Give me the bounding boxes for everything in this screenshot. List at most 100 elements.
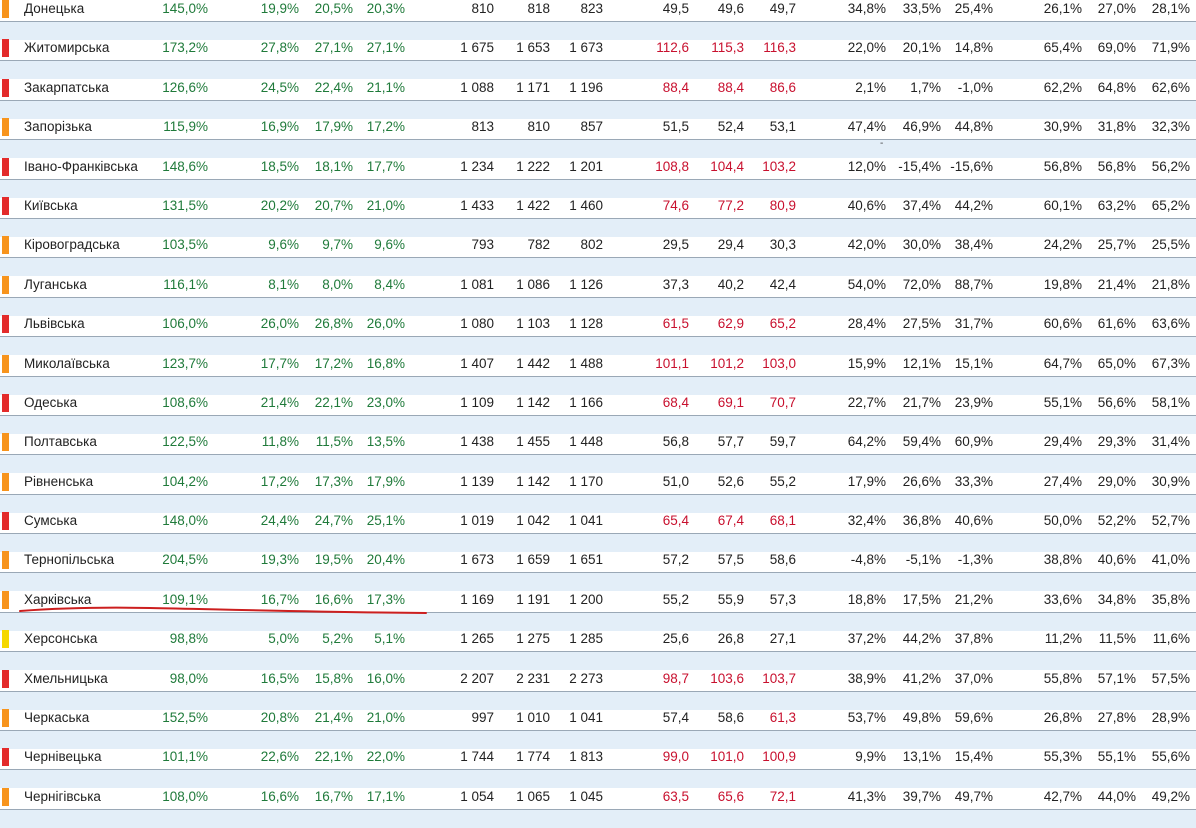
change-cell: 36,8% (902, 513, 941, 529)
value-cell: 57,5 (717, 552, 744, 568)
share-cell: 8,0% (322, 276, 353, 292)
region-name: Харківська (24, 591, 92, 607)
ratio-cell: 21,4% (1097, 276, 1136, 292)
row-band (0, 336, 1196, 356)
value-cell: 57,7 (717, 434, 744, 450)
count-cell: 802 (580, 237, 603, 253)
share-cell: 16,6% (260, 788, 299, 804)
index-cell: 116,1% (163, 276, 208, 292)
share-cell: 17,3% (366, 591, 405, 607)
count-cell: 1 285 (569, 631, 603, 647)
share-cell: 16,0% (366, 670, 405, 686)
index-cell: 173,2% (162, 40, 208, 56)
change-cell: 46,9% (902, 119, 941, 135)
value-cell: 62,9 (717, 316, 744, 332)
change-cell: 44,2% (902, 631, 941, 647)
index-cell: 131,5% (162, 197, 208, 213)
region-name: Чернівецька (24, 749, 102, 765)
change-cell: 33,5% (902, 1, 941, 16)
table-row: Рівненська 104,2% 17,2% 17,3% 17,9% 1 139 1 14… (0, 472, 1196, 513)
ratio-cell: 31,4% (1151, 434, 1190, 450)
share-cell: 16,5% (260, 670, 299, 686)
ratio-cell: 26,8% (1043, 710, 1082, 726)
count-cell: 818 (527, 1, 550, 16)
value-cell: 61,5 (662, 316, 689, 332)
ratio-cell: 25,7% (1097, 237, 1136, 253)
share-cell: 5,2% (322, 631, 353, 647)
value-cell: 101,0 (710, 749, 744, 765)
region-name: Хмельницька (24, 670, 108, 686)
ratio-cell: 41,0% (1151, 552, 1190, 568)
change-cell: 1,7% (910, 79, 941, 95)
value-cell: 58,6 (717, 710, 744, 726)
change-cell: 15,1% (954, 355, 993, 371)
share-cell: 16,7% (314, 788, 353, 804)
change-cell: -4,8% (850, 552, 886, 568)
status-marker (2, 393, 9, 412)
share-cell: 24,4% (260, 513, 299, 529)
status-marker (2, 551, 9, 570)
share-cell: 22,4% (314, 79, 353, 95)
table-row: Миколаївська 123,7% 17,7% 17,2% 16,8% 1 407 1 … (0, 354, 1196, 395)
value-cell: 100,9 (762, 749, 796, 765)
value-cell: 112,6 (656, 40, 689, 56)
share-cell: 5,1% (374, 631, 405, 647)
index-cell: 108,0% (162, 788, 208, 804)
change-cell: 41,3% (847, 788, 886, 804)
share-cell: 15,8% (314, 670, 353, 686)
value-cell: 55,9 (717, 591, 744, 607)
change-cell: 42,0% (847, 237, 886, 253)
table-row: Харківська 109,1% 16,7% 16,6% 17,3% 1 169 1 19… (0, 590, 1196, 631)
count-cell: 1 659 (516, 552, 550, 568)
count-cell: 2 231 (516, 670, 550, 686)
status-marker (2, 590, 9, 609)
status-marker (2, 315, 9, 334)
share-cell: 11,8% (261, 434, 299, 450)
value-cell: 65,6 (717, 788, 744, 804)
index-cell: 103,5% (162, 237, 208, 253)
count-cell: 1 041 (569, 513, 603, 529)
share-cell: 27,1% (314, 40, 353, 56)
count-cell: 1 128 (569, 316, 603, 332)
count-cell: 1 460 (569, 197, 603, 213)
change-cell: 15,4% (954, 749, 993, 765)
value-cell: 108,8 (655, 158, 689, 174)
ratio-cell: 56,2% (1151, 158, 1190, 174)
count-cell: 997 (471, 710, 494, 726)
region-name: Тернопільська (24, 552, 115, 568)
status-marker (2, 472, 9, 491)
count-cell: 1 442 (516, 355, 550, 371)
ratio-cell: 61,6% (1097, 316, 1136, 332)
share-cell: 16,8% (366, 355, 405, 371)
ratio-cell: 65,0% (1097, 355, 1136, 371)
share-cell: 8,1% (268, 276, 299, 292)
ratio-cell: 55,6% (1151, 749, 1190, 765)
count-cell: 1 438 (460, 434, 494, 450)
count-cell: 1 010 (516, 710, 550, 726)
ratio-cell: 29,3% (1097, 434, 1136, 450)
share-cell: 17,1% (366, 788, 405, 804)
count-cell: 1 169 (460, 591, 494, 607)
share-cell: 18,5% (260, 158, 299, 174)
count-cell: 1 422 (516, 197, 550, 213)
change-cell: 20,1% (902, 40, 941, 56)
ratio-cell: 56,8% (1043, 158, 1082, 174)
index-cell: 123,7% (162, 355, 208, 371)
value-cell: 40,2 (717, 276, 744, 292)
count-cell: 823 (580, 1, 603, 16)
status-marker (2, 433, 9, 452)
value-cell: 63,5 (662, 788, 689, 804)
change-cell: -5,1% (905, 552, 941, 568)
share-cell: 22,1% (314, 749, 353, 765)
ratio-cell: 52,2% (1097, 513, 1136, 529)
change-cell: 49,7% (954, 788, 993, 804)
change-cell: -1,0% (957, 79, 993, 95)
ratio-cell: 27,0% (1097, 1, 1136, 16)
count-cell: 1 653 (516, 40, 550, 56)
count-cell: 1 222 (516, 158, 550, 174)
value-cell: 72,1 (769, 788, 796, 804)
ratio-cell: 40,6% (1097, 552, 1136, 568)
share-cell: 17,2% (260, 473, 299, 489)
value-cell: 68,1 (769, 513, 796, 529)
count-cell: 813 (471, 119, 494, 135)
